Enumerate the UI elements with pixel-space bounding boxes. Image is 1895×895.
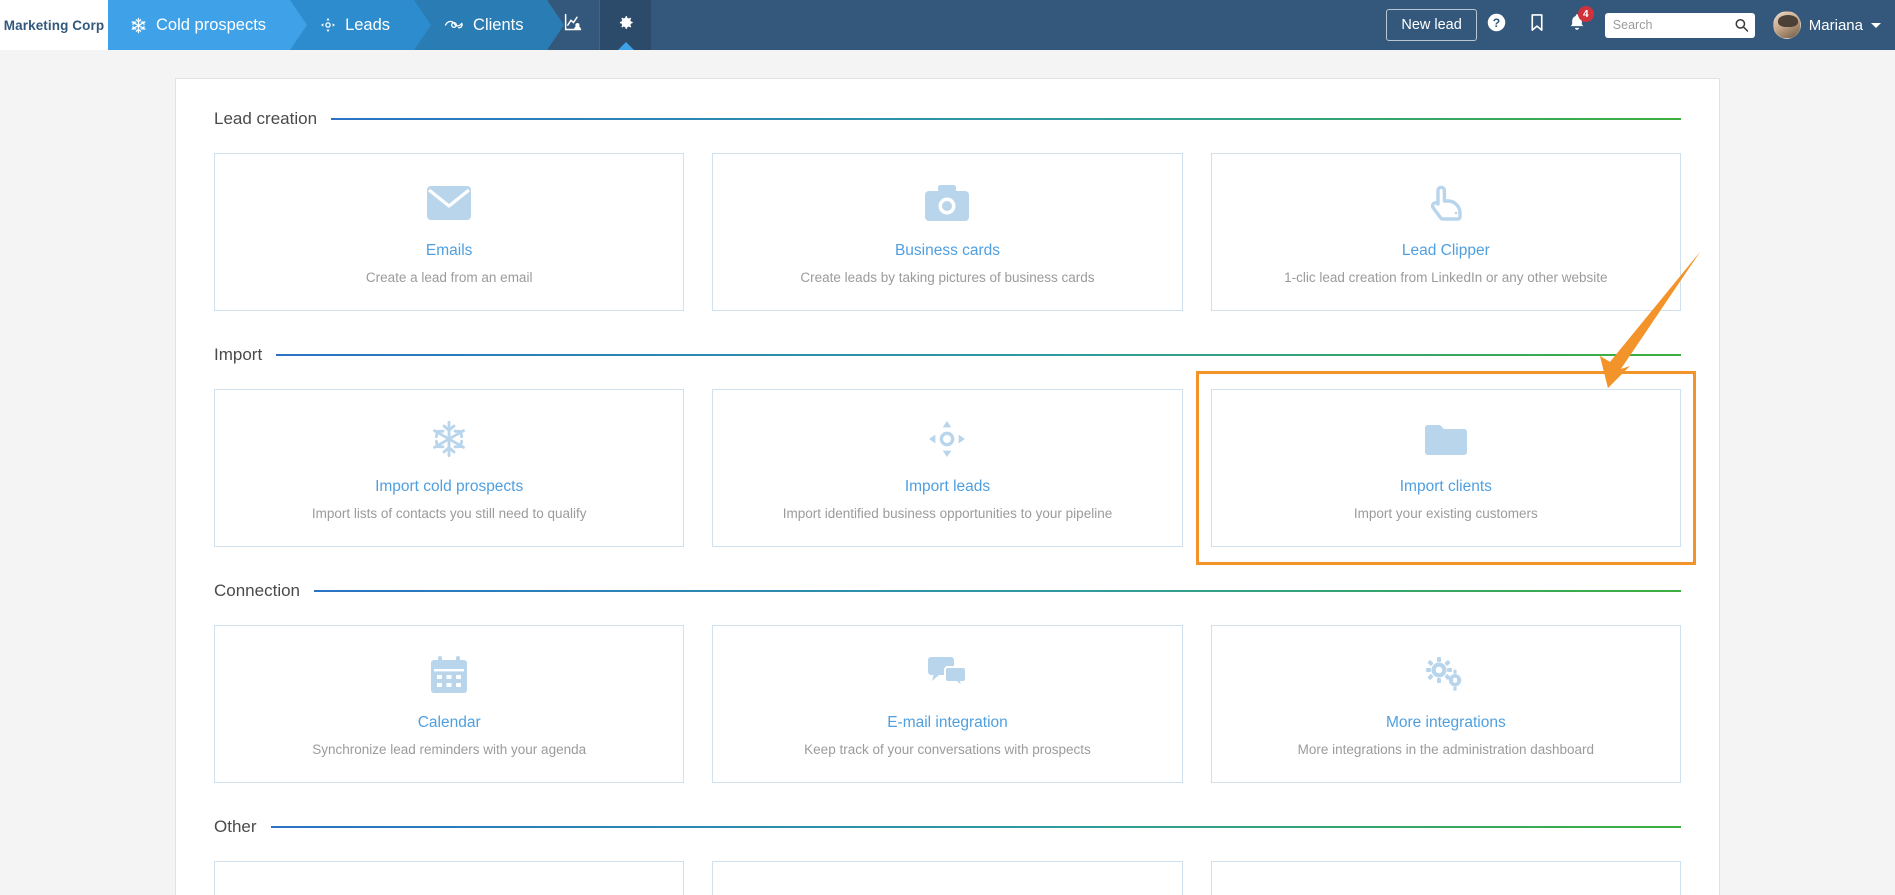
card-other-2[interactable] xyxy=(712,861,1182,895)
section-divider xyxy=(331,118,1681,120)
section-title: Lead creation xyxy=(214,109,317,129)
section-divider xyxy=(314,590,1681,592)
brand-logo[interactable]: Marketing Corp xyxy=(0,0,108,50)
card-grid-import: Import cold prospects Import lists of co… xyxy=(214,389,1681,547)
card-import-clients[interactable]: Import clients Import your existing cust… xyxy=(1211,389,1681,547)
folder-icon xyxy=(1423,416,1469,462)
gear-icon xyxy=(616,13,635,37)
camera-icon xyxy=(924,180,970,226)
user-menu[interactable]: Mariana xyxy=(1773,11,1881,39)
card-grid-connection: Calendar Synchronize lead reminders with… xyxy=(214,625,1681,783)
gears-icon xyxy=(1424,652,1468,698)
nav-label-clients: Clients xyxy=(473,16,523,35)
pipeline-nav: Cold prospects Leads xyxy=(108,0,547,50)
section-header-other: Other xyxy=(214,817,1681,837)
chevron-down-icon xyxy=(1871,23,1881,28)
reports-icon xyxy=(563,12,584,38)
card-label: Import leads xyxy=(905,478,990,496)
envelope-icon xyxy=(426,180,472,226)
snowflake-icon xyxy=(429,416,469,462)
section-title: Connection xyxy=(214,581,300,601)
help-button[interactable]: ? xyxy=(1477,0,1517,50)
card-more-integrations[interactable]: More integrations More integrations in t… xyxy=(1211,625,1681,783)
calendar-icon xyxy=(429,652,469,698)
card-description: Import lists of contacts you still need … xyxy=(312,506,587,521)
section-title: Other xyxy=(214,817,257,837)
card-business-cards[interactable]: Business cards Create leads by taking pi… xyxy=(712,153,1182,311)
card-other-3[interactable] xyxy=(1211,861,1681,895)
help-icon: ? xyxy=(1486,12,1507,38)
avatar xyxy=(1773,11,1801,39)
target-icon xyxy=(320,17,336,33)
user-name: Mariana xyxy=(1809,17,1863,34)
main-stage: Lead creation Emails Create a lead from … xyxy=(0,50,1895,895)
target-icon xyxy=(927,416,967,462)
notifications-button[interactable]: 4 xyxy=(1557,0,1597,50)
top-navigation-bar: Marketing Corp Cold prospects xyxy=(0,0,1895,50)
card-emails[interactable]: Emails Create a lead from an email xyxy=(214,153,684,311)
card-label: Import cold prospects xyxy=(375,478,523,496)
nav-item-leads[interactable]: Leads xyxy=(290,0,414,50)
nav-tool-settings[interactable] xyxy=(599,0,651,50)
snowflake-icon xyxy=(130,17,147,34)
section-divider xyxy=(271,826,1681,828)
bookmark-icon xyxy=(1529,13,1545,37)
handshake-icon xyxy=(444,17,464,33)
card-description: Synchronize lead reminders with your age… xyxy=(312,742,586,757)
bookmark-button[interactable] xyxy=(1517,0,1557,50)
card-label: Lead Clipper xyxy=(1402,242,1490,260)
card-grid-lead-creation: Emails Create a lead from an email Busin… xyxy=(214,153,1681,311)
card-description: Import your existing customers xyxy=(1354,506,1538,521)
pointing-hand-icon xyxy=(1425,180,1467,226)
nav-label-leads: Leads xyxy=(345,16,390,35)
section-divider xyxy=(276,354,1681,356)
card-label: E-mail integration xyxy=(887,714,1008,732)
card-label: Import clients xyxy=(1400,478,1492,496)
card-calendar[interactable]: Calendar Synchronize lead reminders with… xyxy=(214,625,684,783)
section-title: Import xyxy=(214,345,262,365)
highlight-region-import-clients: Import clients Import your existing cust… xyxy=(1211,389,1681,547)
nav-chevron-cold xyxy=(290,0,307,50)
card-description: 1-clic lead creation from LinkedIn or an… xyxy=(1284,270,1607,285)
card-label: More integrations xyxy=(1386,714,1506,732)
card-description: Keep track of your conversations with pr… xyxy=(804,742,1091,757)
chat-bubbles-icon xyxy=(925,652,969,698)
card-description: More integrations in the administration … xyxy=(1298,742,1594,757)
card-label: Emails xyxy=(426,242,473,260)
header-actions: New lead ? 4 xyxy=(1386,0,1895,50)
card-grid-other xyxy=(214,861,1681,895)
nav-chevron-clients xyxy=(547,0,564,50)
section-header-lead-creation: Lead creation xyxy=(214,109,1681,129)
search-input[interactable] xyxy=(1605,13,1755,38)
notification-badge: 4 xyxy=(1578,6,1594,22)
card-email-integration[interactable]: E-mail integration Keep track of your co… xyxy=(712,625,1182,783)
search-icon[interactable] xyxy=(1734,18,1749,33)
card-label: Business cards xyxy=(895,242,1000,260)
svg-text:?: ? xyxy=(1493,16,1500,30)
section-header-connection: Connection xyxy=(214,581,1681,601)
card-other-1[interactable] xyxy=(214,861,684,895)
card-lead-clipper[interactable]: Lead Clipper 1-clic lead creation from L… xyxy=(1211,153,1681,311)
nav-label-cold-prospects: Cold prospects xyxy=(156,16,266,35)
active-tab-caret xyxy=(618,42,634,50)
card-import-leads[interactable]: Import leads Import identified business … xyxy=(712,389,1182,547)
card-description: Create a lead from an email xyxy=(366,270,533,285)
card-label: Calendar xyxy=(418,714,481,732)
content-panel: Lead creation Emails Create a lead from … xyxy=(175,78,1720,895)
card-description: Import identified business opportunities… xyxy=(783,506,1112,521)
nav-chevron-leads xyxy=(414,0,431,50)
card-import-cold-prospects[interactable]: Import cold prospects Import lists of co… xyxy=(214,389,684,547)
section-header-import: Import xyxy=(214,345,1681,365)
nav-item-cold-prospects[interactable]: Cold prospects xyxy=(108,0,290,50)
search-container xyxy=(1605,13,1755,38)
new-lead-button[interactable]: New lead xyxy=(1386,9,1476,41)
nav-item-clients[interactable]: Clients xyxy=(414,0,547,50)
card-description: Create leads by taking pictures of busin… xyxy=(800,270,1094,285)
